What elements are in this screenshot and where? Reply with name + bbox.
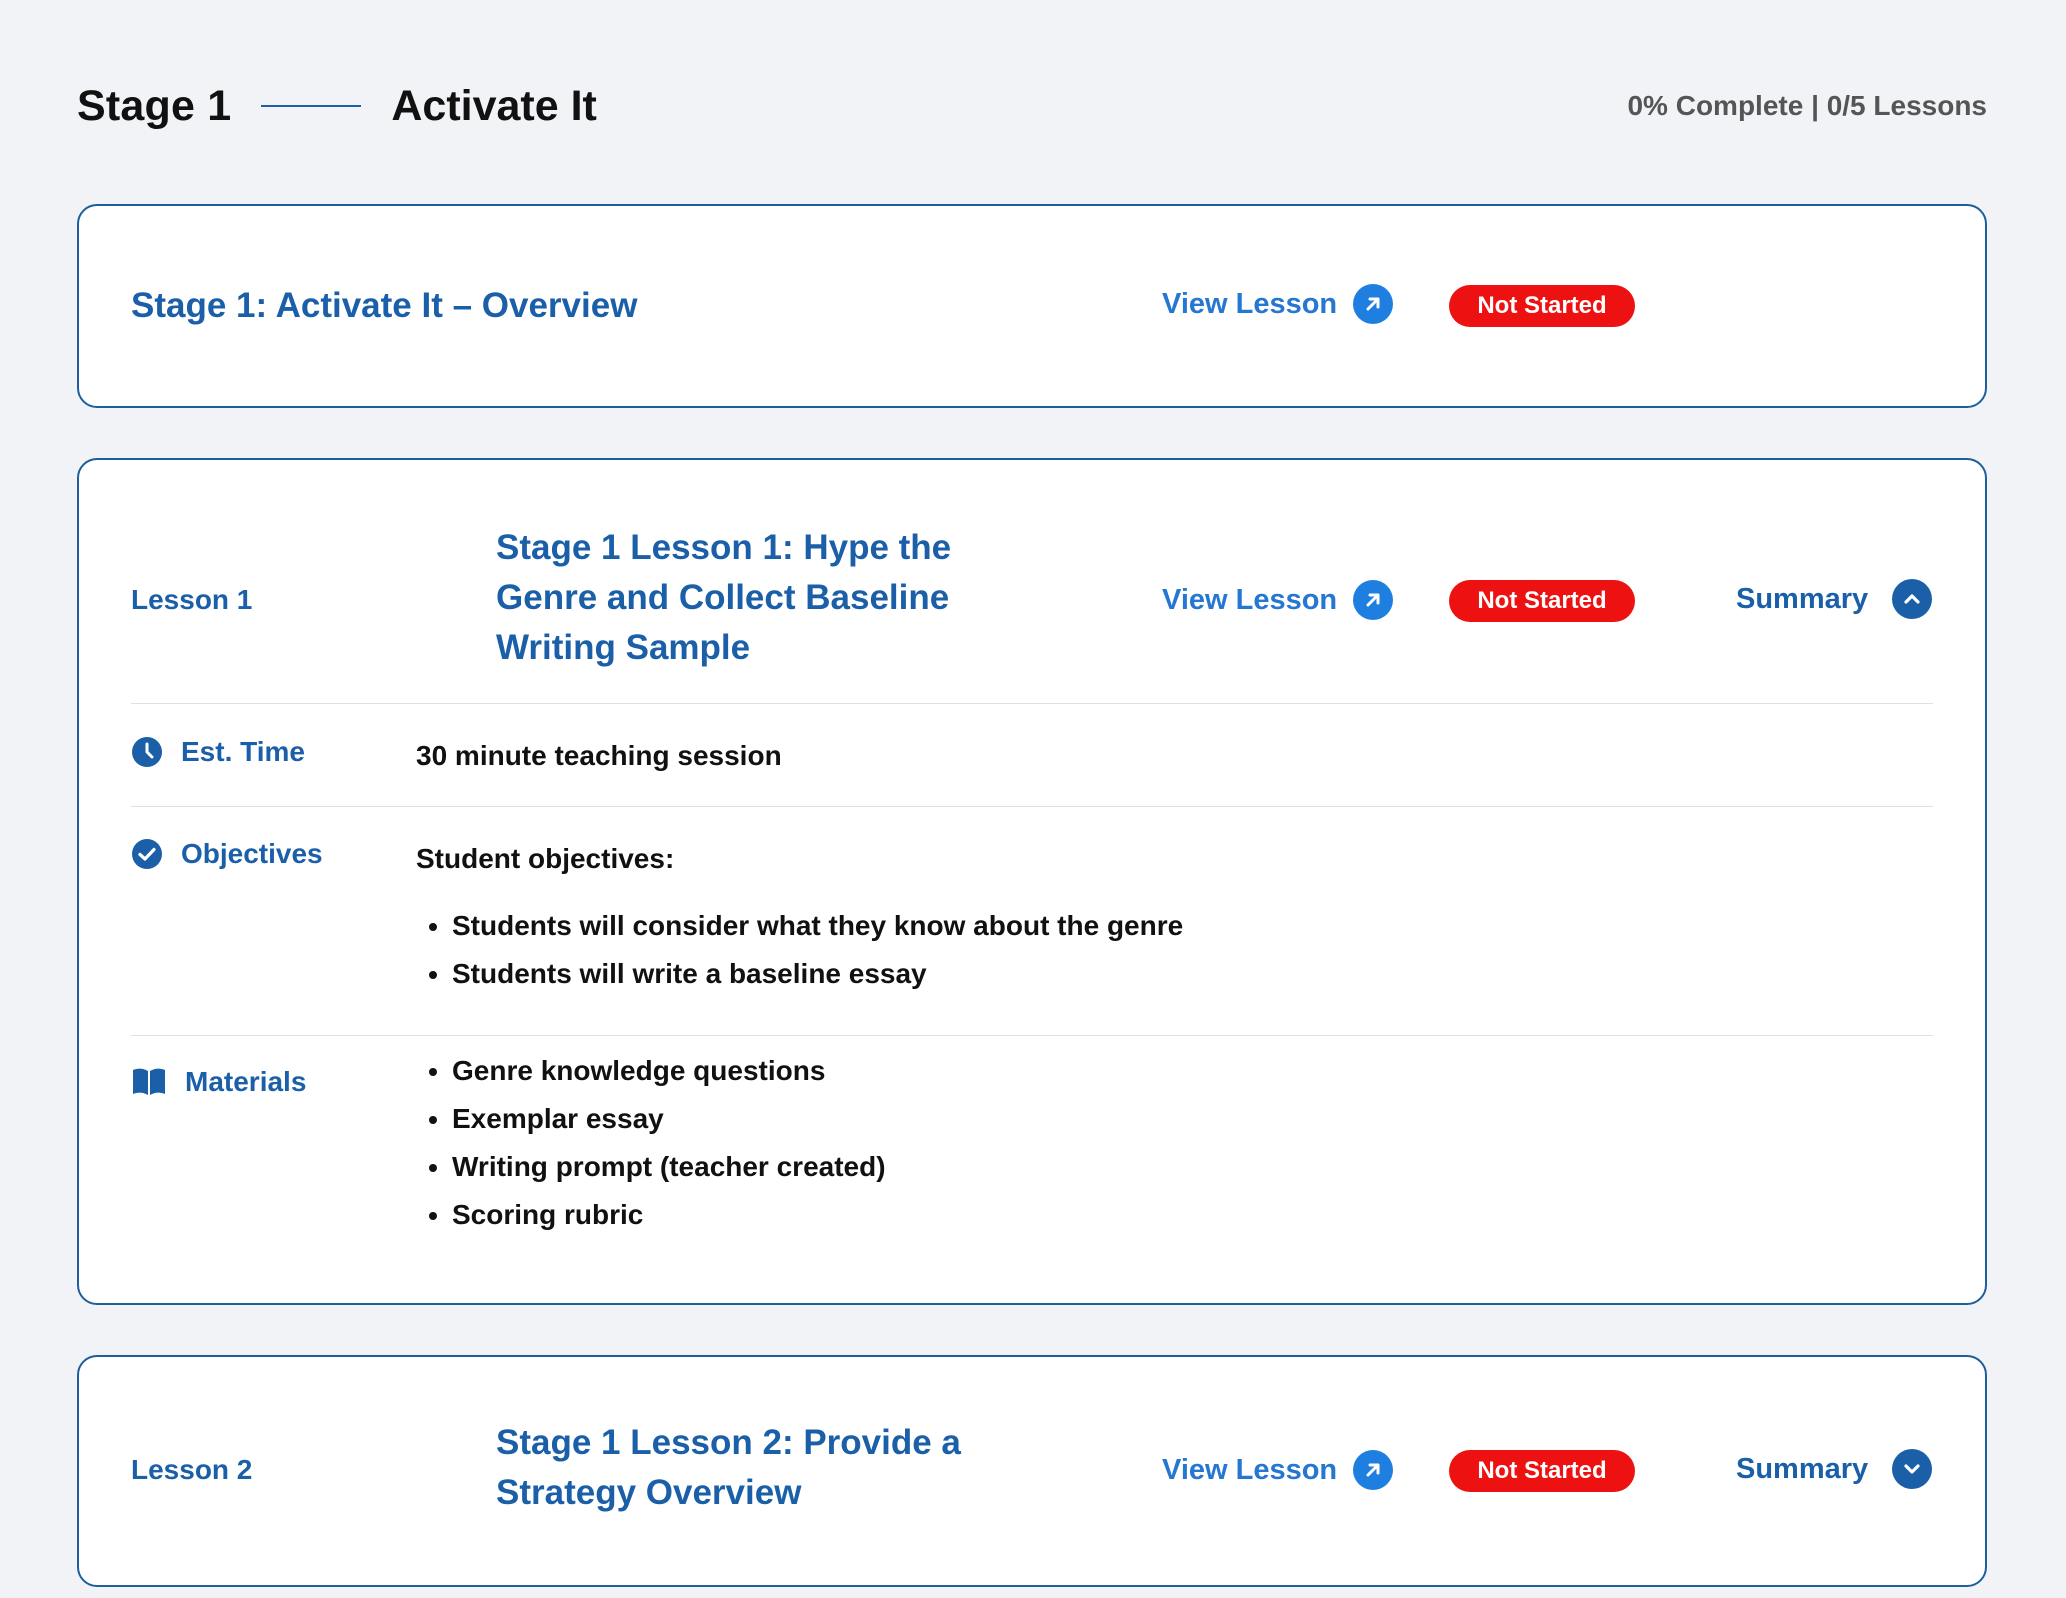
status-badge: Not Started: [1449, 580, 1635, 622]
list-item: Students will write a baseline essay: [452, 950, 1183, 998]
divider: [131, 806, 1933, 807]
objectives-text: Objectives: [181, 838, 323, 869]
list-item: Students will consider what they know ab…: [452, 902, 1183, 950]
chevron-up-icon: [1892, 579, 1933, 619]
lesson-title: Stage 1 Lesson 2: Provide a Strategy Ove…: [496, 1423, 961, 1512]
divider: [131, 1035, 1933, 1036]
lesson-1-summary-toggle[interactable]: Summary: [1736, 579, 1933, 619]
check-circle-icon: [131, 838, 163, 870]
objectives-intro: Student objectives:: [416, 843, 675, 874]
view-lesson-label: View Lesson: [1162, 1453, 1338, 1486]
est-time-value: 30 minute teaching session: [416, 740, 782, 771]
stage-name: Activate It: [391, 81, 597, 130]
stage-header: Stage 1 Activate It 0% Complete | 0/5 Le…: [77, 72, 1987, 140]
summary-label: Summary: [1736, 582, 1869, 615]
list-item: Writing prompt (teacher created): [452, 1143, 886, 1191]
lesson-title: Stage 1 Lesson 1: Hype the Genre and Col…: [496, 528, 952, 667]
chevron-down-icon: [1892, 1449, 1933, 1489]
objectives-label: Objectives: [131, 838, 323, 870]
objectives-list: Students will consider what they know ab…: [416, 902, 1183, 998]
summary-label: Summary: [1736, 1452, 1869, 1485]
stage-divider: [261, 105, 362, 107]
stage-progress: 0% Complete | 0/5 Lessons: [1627, 90, 1987, 121]
lesson-2-view-lesson-link[interactable]: View Lesson: [1162, 1450, 1394, 1490]
lesson-2-summary-toggle[interactable]: Summary: [1736, 1449, 1933, 1489]
list-item: Genre knowledge questions: [452, 1047, 886, 1095]
overview-view-lesson-link[interactable]: View Lesson: [1162, 284, 1394, 324]
lesson-label: Lesson 2: [131, 1454, 253, 1485]
arrow-up-right-icon: [1353, 284, 1394, 324]
status-badge: Not Started: [1449, 285, 1635, 327]
arrow-up-right-icon: [1353, 1450, 1394, 1490]
lesson-1-view-lesson-link[interactable]: View Lesson: [1162, 580, 1394, 620]
divider: [131, 703, 1933, 704]
list-item: Exemplar essay: [452, 1095, 886, 1143]
clock-icon: [131, 736, 163, 768]
status-badge: Not Started: [1449, 1450, 1635, 1492]
stage-number: Stage 1: [77, 81, 232, 130]
materials-label: Materials: [131, 1066, 306, 1098]
book-icon: [131, 1067, 167, 1097]
overview-title: Stage 1: Activate It – Overview: [131, 286, 638, 325]
list-item: Scoring rubric: [452, 1191, 886, 1239]
view-lesson-label: View Lesson: [1162, 287, 1338, 320]
materials-text: Materials: [185, 1066, 307, 1097]
view-lesson-label: View Lesson: [1162, 583, 1338, 616]
est-time-label: Est. Time: [131, 736, 305, 768]
overview-card: Stage 1: Activate It – Overview View Les…: [77, 204, 1987, 408]
arrow-up-right-icon: [1353, 580, 1394, 620]
lesson-2-card: Lesson 2 Stage 1 Lesson 2: Provide a Str…: [77, 1355, 1987, 1587]
lesson-1-card: Lesson 1 Stage 1 Lesson 1: Hype the Genr…: [77, 458, 1987, 1305]
lesson-label: Lesson 1: [131, 584, 253, 615]
est-time-text: Est. Time: [181, 736, 305, 767]
materials-list: Genre knowledge questions Exemplar essay…: [416, 1047, 886, 1239]
